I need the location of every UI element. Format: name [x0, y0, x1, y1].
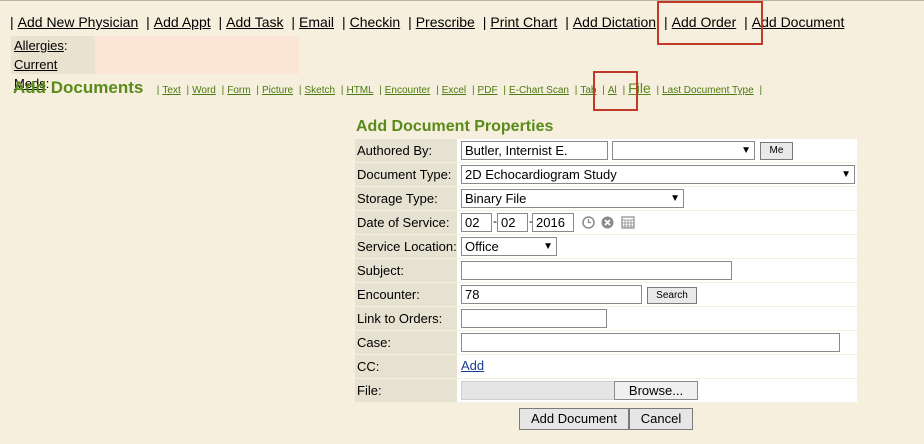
menu-add-task[interactable]: Add Task — [226, 14, 283, 30]
row-authored-by: Authored By: Butler, Internist E. Me — [355, 139, 857, 162]
add-document-button[interactable]: Add Document — [519, 408, 629, 430]
doc-type-sketch[interactable]: Sketch — [305, 85, 336, 96]
date-of-service-label: Date of Service: — [355, 211, 457, 234]
top-border — [0, 0, 924, 1]
menu-add-dictation[interactable]: Add Dictation — [573, 14, 656, 30]
browse-button[interactable]: Browse... — [614, 381, 698, 400]
menu-print-chart[interactable]: Print Chart — [490, 14, 557, 30]
row-document-type: Document Type: 2D Echocardiogram Study — [355, 163, 857, 186]
me-button[interactable]: Me — [760, 142, 793, 160]
clock-icon[interactable] — [582, 216, 595, 229]
calendar-icon[interactable] — [621, 215, 635, 229]
row-subject: Subject: — [355, 259, 857, 282]
doc-type-encounter[interactable]: Encounter — [385, 85, 431, 96]
doc-type-html[interactable]: HTML — [346, 85, 373, 96]
menu-add-appt[interactable]: Add Appt — [154, 14, 211, 30]
doc-type-form[interactable]: Form — [227, 85, 250, 96]
document-type-links: | Text | Word | Form | Picture | Sketch | HTML… — [156, 80, 763, 96]
add-documents-bar: Add Documents | Text | Word | Form | Picture… — [13, 78, 765, 98]
allergies-link[interactable]: Allergies — [14, 38, 64, 53]
row-file: File: Browse... — [355, 379, 857, 402]
allergies-label: Allergies: — [11, 36, 95, 55]
add-documents-title: Add Documents — [13, 78, 144, 97]
doc-type-word[interactable]: Word — [192, 85, 216, 96]
doc-type-picture[interactable]: Picture — [262, 85, 293, 96]
subject-label: Subject: — [355, 259, 457, 282]
cc-add-link[interactable]: Add — [461, 358, 484, 373]
menu-email[interactable]: Email — [299, 14, 334, 30]
doc-type-text[interactable]: Text — [162, 85, 180, 96]
file-label: File: — [355, 379, 457, 402]
storage-type-label: Storage Type: — [355, 187, 457, 210]
doc-type-pdf[interactable]: PDF — [478, 85, 498, 96]
document-type-select[interactable]: 2D Echocardiogram Study — [461, 165, 855, 184]
row-case: Case: — [355, 331, 857, 354]
authored-by-input[interactable]: Butler, Internist E. — [461, 141, 608, 160]
row-cc: CC: Add — [355, 355, 857, 378]
encounter-label: Encounter: — [355, 283, 457, 306]
doc-type-excel[interactable]: Excel — [442, 85, 466, 96]
highlight-file-type — [593, 71, 638, 111]
storage-type-select[interactable]: Binary File — [461, 189, 684, 208]
service-location-label: Service Location: — [355, 235, 457, 258]
subject-input[interactable] — [461, 261, 732, 280]
case-input[interactable] — [461, 333, 840, 352]
patient-info-box: Allergies: Current Meds: — [11, 36, 299, 91]
row-service-location: Service Location: Office — [355, 235, 857, 258]
cancel-button[interactable]: Cancel — [629, 408, 693, 430]
doc-type-echart-scan[interactable]: E-Chart Scan — [509, 85, 569, 96]
menu-add-document[interactable]: Add Document — [752, 14, 845, 30]
document-type-label: Document Type: — [355, 163, 457, 186]
link-to-orders-input[interactable] — [461, 309, 607, 328]
date-day-input[interactable]: 02 — [497, 213, 528, 232]
current-meds-label: Current Meds: — [11, 55, 95, 91]
cc-label: CC: — [355, 355, 457, 378]
menu-prescribe[interactable]: Prescribe — [416, 14, 475, 30]
row-storage-type: Storage Type: Binary File — [355, 187, 857, 210]
row-date-of-service: Date of Service: 02 - 02 - 2016 — [355, 211, 857, 234]
case-label: Case: — [355, 331, 457, 354]
link-to-orders-label: Link to Orders: — [355, 307, 457, 330]
form-title: Add Document Properties — [356, 118, 554, 135]
authored-by-select[interactable] — [612, 141, 755, 160]
date-year-input[interactable]: 2016 — [532, 213, 574, 232]
encounter-input[interactable]: 78 — [461, 285, 642, 304]
document-properties-form: Authored By: Butler, Internist E. Me Doc… — [355, 139, 857, 403]
menu-add-new-physician[interactable]: Add New Physician — [18, 14, 139, 30]
menu-checkin[interactable]: Checkin — [350, 14, 401, 30]
highlight-add-document — [657, 1, 763, 45]
row-link-to-orders: Link to Orders: — [355, 307, 857, 330]
search-button[interactable]: Search — [647, 287, 697, 304]
service-location-select[interactable]: Office — [461, 237, 557, 256]
doc-type-last[interactable]: Last Document Type — [662, 85, 754, 96]
date-month-input[interactable]: 02 — [461, 213, 492, 232]
authored-by-label: Authored By: — [355, 139, 457, 162]
clear-icon[interactable] — [601, 216, 614, 229]
row-encounter: Encounter: 78 Search — [355, 283, 857, 306]
